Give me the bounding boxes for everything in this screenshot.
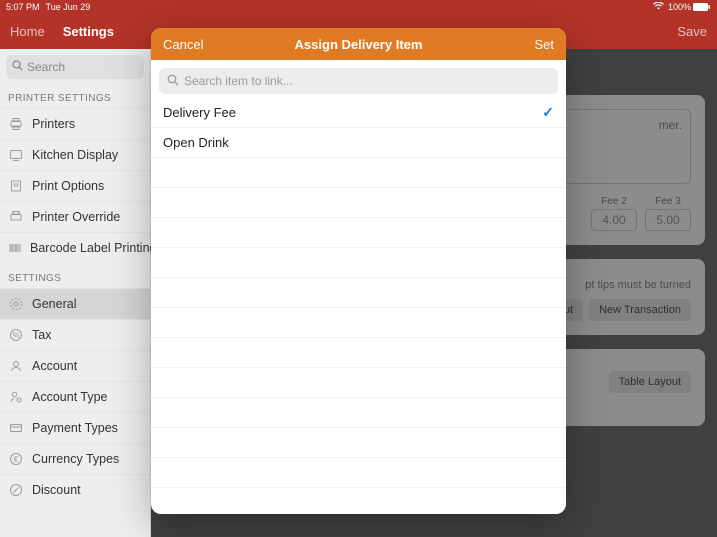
table-layout-button[interactable]: Table Layout xyxy=(609,371,691,393)
header-settings[interactable]: Settings xyxy=(63,24,114,39)
modal-item-open-drink[interactable]: Open Drink xyxy=(151,128,566,158)
list-item xyxy=(151,278,566,308)
status-time: 5:07 PM xyxy=(6,2,40,12)
header-home[interactable]: Home xyxy=(10,24,45,39)
sidebar-item-printers[interactable]: Printers xyxy=(0,108,150,139)
wifi-icon xyxy=(653,2,664,12)
list-item xyxy=(151,458,566,488)
battery-indicator: 100% xyxy=(668,2,711,12)
sidebar-item-label: Tax xyxy=(32,328,51,342)
list-item xyxy=(151,488,566,514)
fee-3: Fee 3 5.00 xyxy=(645,196,691,231)
status-bar: 5:07 PM Tue Jun 29 100% xyxy=(0,0,717,14)
printer-icon xyxy=(8,117,24,131)
svg-text:%: % xyxy=(12,331,19,340)
sidebar-item-label: Printers xyxy=(32,117,75,131)
modal-item-delivery-fee[interactable]: Delivery Fee ✓ xyxy=(151,98,566,128)
sidebar-item-account[interactable]: Account xyxy=(0,350,150,381)
printer-override-icon xyxy=(8,210,24,224)
fee-2: Fee 2 4.00 xyxy=(591,196,637,231)
user-icon xyxy=(8,359,24,373)
modal-item-label: Open Drink xyxy=(163,135,554,150)
sidebar-item-discount[interactable]: Discount xyxy=(0,474,150,505)
sidebar-item-account-type[interactable]: Account Type xyxy=(0,381,150,412)
new-transaction-button[interactable]: New Transaction xyxy=(589,299,691,321)
modal-list[interactable]: Delivery Fee ✓ Open Drink xyxy=(151,98,566,514)
modal-title: Assign Delivery Item xyxy=(211,37,506,52)
list-item xyxy=(151,158,566,188)
sidebar-item-printer-override[interactable]: Printer Override xyxy=(0,201,150,232)
tax-icon: % xyxy=(8,328,24,342)
sidebar-item-label: Account Type xyxy=(32,390,108,404)
section-settings: SETTINGS xyxy=(0,263,150,288)
print-options-icon xyxy=(8,179,24,193)
sidebar-item-general[interactable]: General xyxy=(0,288,150,319)
list-item xyxy=(151,308,566,338)
display-icon xyxy=(8,148,24,162)
sidebar-search[interactable]: Search xyxy=(6,55,144,79)
check-icon: ✓ xyxy=(542,104,554,121)
list-item xyxy=(151,398,566,428)
sidebar-item-payment-types[interactable]: Payment Types xyxy=(0,412,150,443)
sidebar-item-label: Print Options xyxy=(32,179,104,193)
svg-text:€: € xyxy=(14,455,19,464)
currency-icon: € xyxy=(8,452,24,466)
cancel-button[interactable]: Cancel xyxy=(163,37,211,52)
card-icon xyxy=(8,421,24,435)
sidebar-item-label: General xyxy=(32,297,76,311)
list-item xyxy=(151,218,566,248)
modal-search[interactable]: Search item to link... xyxy=(159,68,558,94)
sidebar-item-kitchen-display[interactable]: Kitchen Display xyxy=(0,139,150,170)
sidebar-item-label: Barcode Label Printing xyxy=(30,241,156,255)
modal-item-label: Delivery Fee xyxy=(163,105,542,120)
modal-header: Cancel Assign Delivery Item Set xyxy=(151,28,566,60)
search-icon xyxy=(167,74,179,89)
sidebar-item-barcode-label[interactable]: Barcode Label Printing xyxy=(0,232,150,263)
sidebar-search-placeholder: Search xyxy=(27,60,65,74)
set-button[interactable]: Set xyxy=(506,37,554,52)
list-item xyxy=(151,248,566,278)
sidebar-item-label: Currency Types xyxy=(32,452,119,466)
sidebar-item-label: Discount xyxy=(32,483,81,497)
section-printer-settings: PRINTER SETTINGS xyxy=(0,83,150,108)
sidebar-item-label: Printer Override xyxy=(32,210,120,224)
discount-icon xyxy=(8,483,24,497)
list-item xyxy=(151,368,566,398)
sidebar-item-label: Payment Types xyxy=(32,421,118,435)
sidebar: Search PRINTER SETTINGS Printers Kitchen… xyxy=(0,49,151,537)
list-item xyxy=(151,338,566,368)
fee-3-input[interactable]: 5.00 xyxy=(645,209,691,231)
assign-delivery-item-modal: Cancel Assign Delivery Item Set Search i… xyxy=(151,28,566,514)
sidebar-item-label: Account xyxy=(32,359,77,373)
list-item xyxy=(151,188,566,218)
modal-search-placeholder: Search item to link... xyxy=(184,74,293,88)
barcode-icon xyxy=(8,241,22,255)
status-date: Tue Jun 29 xyxy=(46,2,653,12)
fee-2-input[interactable]: 4.00 xyxy=(591,209,637,231)
user-gear-icon xyxy=(8,390,24,404)
search-icon xyxy=(12,60,23,74)
sidebar-item-label: Kitchen Display xyxy=(32,148,118,162)
save-button[interactable]: Save xyxy=(677,24,707,39)
list-item xyxy=(151,428,566,458)
gear-icon xyxy=(8,297,24,311)
sidebar-item-tax[interactable]: % Tax xyxy=(0,319,150,350)
sidebar-item-print-options[interactable]: Print Options xyxy=(0,170,150,201)
sidebar-item-currency-types[interactable]: € Currency Types xyxy=(0,443,150,474)
